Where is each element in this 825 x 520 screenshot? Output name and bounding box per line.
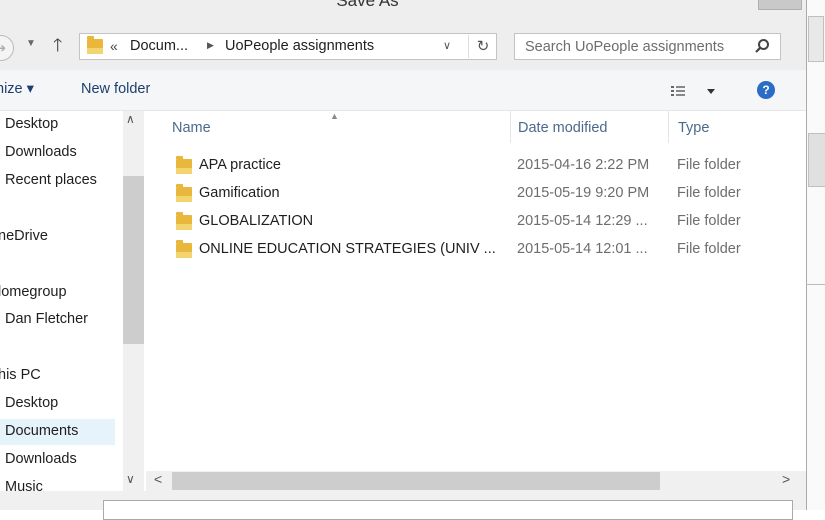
nav-item-downloads[interactable]: Downloads — [5, 451, 77, 467]
nav-item-downloads-favorite[interactable]: Downloads — [5, 144, 77, 160]
nav-item-onedrive[interactable]: neDrive — [0, 228, 48, 244]
up-arrow-icon[interactable]: 🡑 — [53, 33, 62, 63]
file-name: APA practice — [199, 157, 281, 173]
new-folder-button[interactable]: New folder — [81, 81, 150, 97]
sort-ascending-icon: ▲ — [330, 111, 339, 121]
navigation-bar: ➔ ▼ 🡑 « Docum... ▶ UoPeople assignments … — [0, 16, 806, 70]
search-icon[interactable] — [753, 37, 771, 55]
command-bar: nize ▾ New folder ? — [0, 70, 806, 111]
recent-locations-chevron-icon[interactable]: ▼ — [26, 38, 36, 49]
address-bar[interactable]: « Docum... ▶ UoPeople assignments ∨ ↻ — [79, 33, 497, 60]
nav-item-recent-places[interactable]: Recent places — [5, 172, 97, 188]
refresh-icon[interactable]: ↻ — [468, 35, 497, 58]
nav-item-desktop-favorite[interactable]: Desktop — [5, 116, 58, 132]
file-name: GLOBALIZATION — [199, 213, 314, 229]
folder-icon — [176, 212, 192, 230]
column-divider[interactable] — [668, 111, 669, 143]
window-title: Save As — [336, 0, 399, 10]
search-box[interactable] — [514, 33, 781, 60]
folder-icon — [176, 240, 192, 258]
scroll-right-icon[interactable]: > — [782, 471, 790, 487]
change-view-icon[interactable] — [671, 81, 721, 101]
nav-item-desktop[interactable]: Desktop — [5, 395, 58, 411]
file-name-field[interactable] — [103, 500, 793, 520]
column-header-name[interactable]: Name — [172, 120, 211, 136]
file-list: ▲ Name Date modified Type APA practice 2… — [146, 111, 806, 471]
folder-icon — [87, 36, 103, 54]
nav-pane-scroll-thumb[interactable] — [123, 176, 144, 344]
nav-item-documents[interactable]: Documents — [0, 419, 115, 445]
help-icon[interactable]: ? — [757, 81, 775, 99]
file-type: File folder — [677, 185, 741, 201]
chevron-down-icon[interactable]: ∨ — [443, 39, 451, 52]
scroll-down-icon[interactable]: ∨ — [126, 472, 135, 486]
horizontal-scroll-thumb[interactable] — [172, 472, 660, 490]
folder-icon — [176, 184, 192, 202]
nav-item-homegroup[interactable]: lomegroup — [0, 284, 67, 300]
nav-item-dan-fletcher[interactable]: Dan Fletcher — [5, 311, 88, 327]
file-row[interactable]: Gamification 2015-05-19 9:20 PM File fol… — [146, 181, 786, 207]
breadcrumb-overflow[interactable]: « — [110, 38, 118, 54]
column-header-date-modified[interactable]: Date modified — [518, 120, 607, 136]
search-input[interactable] — [515, 34, 757, 59]
background-divider — [806, 284, 825, 285]
back-arrow-icon[interactable]: ➔ — [0, 35, 14, 61]
file-date-modified: 2015-05-19 9:20 PM — [517, 185, 650, 201]
file-row[interactable]: ONLINE EDUCATION STRATEGIES (UNIV ... 20… — [146, 237, 786, 263]
column-divider[interactable] — [510, 111, 511, 143]
file-type: File folder — [677, 213, 741, 229]
breadcrumb-current-folder[interactable]: UoPeople assignments — [225, 38, 374, 54]
file-name: Gamification — [199, 185, 280, 201]
close-button[interactable] — [758, 0, 802, 10]
background-scrollbar-button — [808, 16, 824, 62]
background-window-edge — [806, 0, 825, 510]
file-date-modified: 2015-04-16 2:22 PM — [517, 157, 650, 173]
nav-item-this-pc[interactable]: his PC — [0, 367, 41, 383]
file-date-modified: 2015-05-14 12:01 ... — [517, 241, 648, 257]
file-row[interactable]: GLOBALIZATION 2015-05-14 12:29 ... File … — [146, 209, 786, 235]
file-type: File folder — [677, 241, 741, 257]
file-row[interactable]: APA practice 2015-04-16 2:22 PM File fol… — [146, 153, 786, 179]
folder-icon — [176, 156, 192, 174]
column-header-type[interactable]: Type — [678, 120, 709, 136]
breadcrumb-separator-icon[interactable]: ▶ — [207, 40, 214, 51]
breadcrumb-documents[interactable]: Docum... — [130, 38, 188, 54]
file-date-modified: 2015-05-14 12:29 ... — [517, 213, 648, 229]
file-name: ONLINE EDUCATION STRATEGIES (UNIV ... — [199, 241, 496, 257]
file-type: File folder — [677, 157, 741, 173]
organize-button[interactable]: nize ▾ — [0, 81, 34, 97]
scroll-up-icon[interactable]: ∧ — [126, 112, 135, 126]
title-bar: Save As — [0, 0, 806, 16]
background-scrollbar-thumb — [808, 133, 825, 187]
scroll-left-icon[interactable]: < — [154, 471, 162, 487]
